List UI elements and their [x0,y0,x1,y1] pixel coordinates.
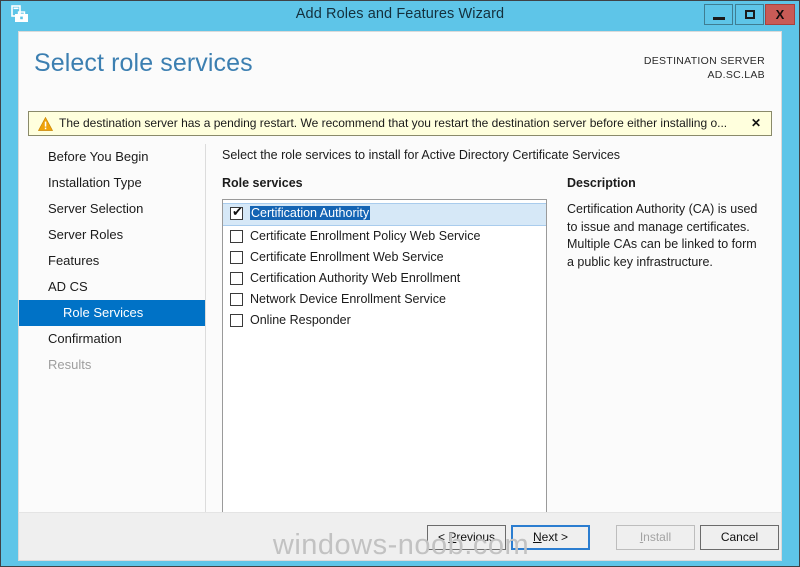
maximize-icon [745,10,755,19]
wizard-client-area: Select role services DESTINATION SERVER … [18,31,782,534]
destination-server-block: DESTINATION SERVER AD.SC.LAB [644,54,765,82]
description-title: Description [567,176,636,190]
check-tick-icon: ✔ [232,204,243,219]
role-service-label: Certificate Enrollment Policy Web Servic… [250,229,481,243]
warning-banner: The destination server has a pending res… [28,111,772,136]
cancel-label: Cancel [720,530,759,544]
role-service-row-online-responder[interactable]: Online Responder [223,310,546,331]
role-service-label: Certification Authority Web Enrollment [250,271,461,285]
title-bar[interactable]: Add Roles and Features Wizard X [1,1,799,28]
close-icon: X [775,7,785,22]
role-service-label: Network Device Enrollment Service [250,292,446,306]
install-suffix: nstall [643,530,672,544]
sidebar-item-ad-cs[interactable]: AD CS [19,274,205,300]
next-mnemonic: N [532,530,542,544]
minimize-button[interactable] [704,4,733,25]
minimize-icon [713,17,725,20]
destination-server-label: DESTINATION SERVER [643,55,765,67]
sidebar-item-server-selection[interactable]: Server Selection [19,196,205,222]
checkbox-checked-icon[interactable]: ✔ [230,204,243,220]
maximize-button[interactable] [735,4,764,25]
sidebar-item-features[interactable]: Features [19,248,205,274]
sidebar-item-results: Results [48,357,92,372]
role-service-label: Online Responder [250,313,351,327]
role-services-listbox[interactable]: ✔ Certification Authority Certificate En… [222,199,547,516]
checkbox-unchecked-icon[interactable] [230,230,243,243]
role-service-row-network-device-enrollment-service[interactable]: Network Device Enrollment Service [223,289,546,310]
warning-message: The destination server has a pending res… [59,116,728,130]
warning-triangle-icon [37,116,54,131]
sidebar-item-role-services[interactable]: Role Services [19,300,205,326]
role-service-row-certificate-enrollment-policy-web-service[interactable]: Certificate Enrollment Policy Web Servic… [223,226,546,247]
wizard-button-bar: < Previous Next > Install Cancel [18,512,782,561]
window-title: Add Roles and Features Wizard [295,6,505,22]
destination-server-value: AD.SC.LAB [707,69,765,81]
checkbox-unchecked-icon[interactable] [230,272,243,285]
description-body: Certification Authority (CA) is used to … [567,202,758,269]
role-service-row-certification-authority-web-enrollment[interactable]: Certification Authority Web Enrollment [223,268,546,289]
checkbox-unchecked-icon[interactable] [230,314,243,327]
sidebar-item-before-you-begin[interactable]: Before You Begin [19,144,205,170]
previous-button[interactable]: < Previous [427,525,506,550]
role-service-row-certification-authority[interactable]: ✔ Certification Authority [223,203,546,226]
previous-prefix: < [437,530,449,544]
role-services-label: Role services [222,176,303,190]
warning-close-icon[interactable]: ✕ [749,112,763,135]
wizard-window: Add Roles and Features Wizard X Select r… [0,0,800,567]
next-suffix: ext > [541,530,569,544]
sidebar-item-installation-type[interactable]: Installation Type [19,170,205,196]
close-button[interactable]: X [765,4,795,25]
page-title: Select role services [34,49,253,77]
checkbox-unchecked-icon[interactable] [230,251,243,264]
install-button: Install [616,525,695,550]
next-button[interactable]: Next > [511,525,590,550]
role-service-label: Certification Authority [250,206,371,220]
sidebar-item-server-roles[interactable]: Server Roles [19,222,205,248]
previous-suffix: revious [456,530,496,544]
role-service-row-certificate-enrollment-web-service[interactable]: Certificate Enrollment Web Service [223,247,546,268]
wizard-steps-sidebar: Before You Begin Installation Type Serve… [19,144,206,534]
checkbox-unchecked-icon[interactable] [230,293,243,306]
main-content-pane: Select the role services to install for … [206,144,781,534]
cancel-button[interactable]: Cancel [700,525,779,550]
sidebar-item-confirmation[interactable]: Confirmation [19,326,205,352]
instruction-text: Select the role services to install for … [222,148,621,162]
role-service-label: Certificate Enrollment Web Service [250,250,444,264]
